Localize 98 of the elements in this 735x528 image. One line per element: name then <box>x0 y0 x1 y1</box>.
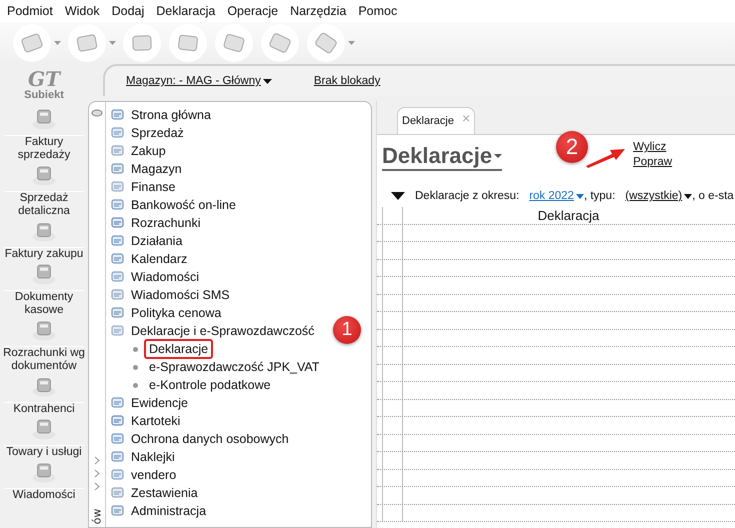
action-link[interactable]: Wylicz <box>633 141 672 153</box>
module-label[interactable]: Rozrachunki wg dokumentów <box>1 347 87 373</box>
nav-item-icon <box>110 270 126 284</box>
period-dropdown[interactable]: rok 2022 <box>529 190 584 202</box>
nav-subitem[interactable]: Deklaracje <box>144 339 214 359</box>
nav-item-icon <box>110 126 126 140</box>
nav-item[interactable]: Wiadomości <box>131 270 200 284</box>
nav-item[interactable]: Magazyn <box>131 162 182 176</box>
nav-item-icon <box>110 234 126 248</box>
nav-item-icon <box>110 504 126 518</box>
menu-item[interactable]: Deklaracja <box>151 4 222 18</box>
module-label[interactable]: Towary i usługi <box>6 446 82 459</box>
nav-item[interactable]: Rozrachunki <box>131 216 200 230</box>
nav-item-icon <box>110 216 126 230</box>
module-label[interactable]: Dokumenty kasowe <box>1 291 87 317</box>
view-title[interactable]: Deklaracje <box>382 143 502 171</box>
menu-item[interactable]: Dodaj <box>106 4 152 18</box>
table-row[interactable] <box>377 470 735 487</box>
action-link[interactable]: Popraw <box>633 156 672 168</box>
menu-item[interactable]: Widok <box>60 4 107 18</box>
nav-item-icon <box>110 180 126 194</box>
toolbar-icon[interactable] <box>168 23 208 63</box>
module-label[interactable]: Faktury sprzedaży <box>1 136 87 162</box>
filter-label: , typu: <box>584 190 616 202</box>
nav-item-icon <box>110 324 126 338</box>
bullet-icon <box>133 364 138 370</box>
document-tab[interactable]: Deklaracje × <box>397 107 476 134</box>
nav-item-icon <box>110 486 126 500</box>
toolbar-icon[interactable] <box>67 23 107 63</box>
app-name: Subiekt <box>24 89 64 101</box>
table-row[interactable] <box>377 260 735 277</box>
nav-item-icon <box>110 198 126 212</box>
collapse-icon[interactable] <box>391 192 405 200</box>
module-label[interactable]: Sprzedaż detaliczna <box>1 192 87 218</box>
nav-item[interactable]: Administracja <box>131 504 206 518</box>
caret-icon[interactable] <box>684 194 692 198</box>
nav-item[interactable]: Strona główna <box>131 108 211 122</box>
nav-item[interactable]: Deklaracje i e-Sprawozdawczość <box>131 324 314 338</box>
nav-item[interactable]: Działania <box>131 234 182 248</box>
caret-icon[interactable] <box>262 78 272 84</box>
nav-item-icon <box>110 414 126 428</box>
table-row[interactable] <box>377 294 735 312</box>
table-row[interactable] <box>377 364 735 382</box>
callout-arrow <box>586 146 626 168</box>
nav-subitem[interactable]: e-Sprawozdawczość JPK_VAT <box>144 357 324 377</box>
caret-icon[interactable] <box>494 154 502 158</box>
module-label[interactable]: Kontrahenci <box>13 403 75 416</box>
side-tab[interactable]: ów <box>90 508 104 524</box>
pin-icon[interactable] <box>91 108 103 118</box>
nav-item[interactable]: Kalendarz <box>131 252 188 266</box>
nav-subitem[interactable]: e-Kontrole podatkowe <box>144 375 276 395</box>
lock-status-link[interactable]: Brak blokady <box>314 75 380 87</box>
nav-item[interactable]: Ewidencje <box>131 396 188 410</box>
toolbar-icon[interactable] <box>12 23 52 63</box>
nav-item-icon <box>110 288 126 302</box>
nav-item-icon <box>110 306 126 320</box>
nav-item-icon <box>110 144 126 158</box>
nav-item-icon <box>110 252 126 266</box>
nav-item[interactable]: Bankowość on-line <box>131 198 236 212</box>
filter-label: , o e-sta <box>692 190 734 202</box>
menu-item[interactable]: Operacje <box>222 4 286 18</box>
nav-item-icon <box>110 450 126 464</box>
nav-item-icon <box>110 396 126 410</box>
type-dropdown[interactable]: (wszystkie) <box>625 190 692 202</box>
module-label[interactable]: Faktury zakupu <box>4 248 84 261</box>
table-row[interactable] <box>377 434 735 452</box>
nav-item[interactable]: Naklejki <box>131 450 175 464</box>
bullet-icon <box>133 382 138 388</box>
nav-item[interactable]: Ochrona danych osobowych <box>131 432 289 446</box>
menu-item[interactable]: Pomoc <box>353 4 404 18</box>
nav-item[interactable]: Kartoteki <box>131 414 180 428</box>
nav-item-icon <box>110 468 126 482</box>
table-row[interactable] <box>377 330 735 347</box>
menu-item[interactable]: Podmiot <box>2 4 60 18</box>
filter-label: Deklaracje z okresu: <box>415 190 520 202</box>
nav-item-icon <box>110 162 126 176</box>
bullet-icon <box>133 346 138 352</box>
nav-item[interactable]: Zakup <box>131 144 166 158</box>
menu-item[interactable]: Narzędzia <box>285 4 354 18</box>
logo-mark: GT <box>28 69 60 89</box>
nav-item[interactable]: Polityka cenowa <box>131 306 222 320</box>
table-row[interactable] <box>377 224 735 242</box>
nav-item[interactable]: vendero <box>131 468 176 482</box>
toolbar-icon[interactable] <box>122 23 162 63</box>
toolbar-icon[interactable] <box>260 23 300 63</box>
nav-item-icon <box>110 108 126 122</box>
nav-item[interactable]: Zestawienia <box>131 486 198 500</box>
table-row[interactable] <box>377 504 735 522</box>
nav-item[interactable]: Sprzedaż <box>131 126 184 140</box>
nav-item[interactable]: Wiadomości SMS <box>131 288 230 302</box>
column-header[interactable]: Deklaracja <box>377 207 735 224</box>
table-row[interactable] <box>377 400 735 417</box>
toolbar-icon[interactable] <box>306 23 346 63</box>
module-label[interactable]: Wiadomości <box>12 489 76 502</box>
toolbar-icon[interactable] <box>214 23 254 63</box>
nav-item-icon <box>110 432 126 446</box>
nav-item[interactable]: Finanse <box>131 180 176 194</box>
warehouse-link[interactable]: Magazyn: - MAG - Główny <box>126 75 272 87</box>
